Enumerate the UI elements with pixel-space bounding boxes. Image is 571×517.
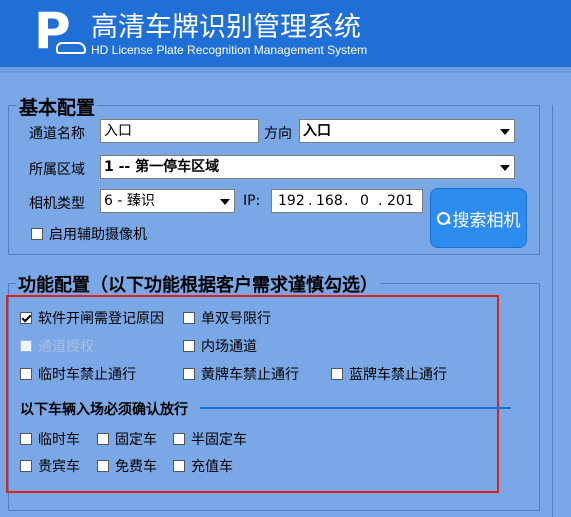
checkbox-box <box>331 368 343 380</box>
option-label: 单双号限行 <box>201 311 271 327</box>
ip-dot: . <box>378 193 383 209</box>
header-divider <box>0 67 571 73</box>
checkbox-box <box>183 340 195 352</box>
channel-name-label: 通道名称 <box>29 126 85 142</box>
ip-dot: . <box>308 193 313 209</box>
search-camera-label: 搜索相机 <box>452 210 521 231</box>
checkbox-box <box>20 340 32 352</box>
checkbox-box <box>31 228 43 240</box>
function-config-legend: 功能配置（以下功能根据客户需求谨慎勾选） <box>16 271 380 297</box>
option-channel-auth: 通道授权 <box>20 336 94 356</box>
ip-label: IP: <box>243 193 261 209</box>
confirm-vip[interactable]: 贵宾车 <box>20 456 80 476</box>
option-label: 免费车 <box>115 459 157 475</box>
checkbox-box <box>183 312 195 324</box>
chevron-down-icon <box>500 165 510 171</box>
checkbox-box <box>183 368 195 380</box>
option-label: 充值车 <box>191 459 233 475</box>
car-icon <box>56 42 86 54</box>
checkbox-box <box>97 460 109 472</box>
camera-type-select[interactable]: 6 - 臻识 <box>100 189 235 213</box>
checkbox-box <box>97 433 109 445</box>
option-inner-channel[interactable]: 内场通道 <box>183 336 257 356</box>
option-label: 蓝牌车禁止通行 <box>349 367 447 383</box>
checkbox-checked <box>20 312 32 324</box>
ip-octet-2[interactable]: 168 <box>316 193 343 209</box>
direction-label: 方向 <box>264 126 292 142</box>
option-no-temp[interactable]: 临时车禁止通行 <box>20 364 136 384</box>
confirm-fixed[interactable]: 固定车 <box>97 429 157 449</box>
confirm-semi-fixed[interactable]: 半固定车 <box>173 429 247 449</box>
basic-config-legend: 基本配置 <box>17 93 98 120</box>
area-select[interactable]: 1 -- 第一停车区域 <box>100 155 515 179</box>
option-label: 黄牌车禁止通行 <box>201 367 299 383</box>
option-no-blue[interactable]: 蓝牌车禁止通行 <box>331 364 447 384</box>
option-label: 软件开闸需登记原因 <box>38 311 164 327</box>
option-label: 通道授权 <box>38 339 94 355</box>
option-label: 固定车 <box>115 432 157 448</box>
ip-octet-3[interactable]: 0 <box>360 193 369 209</box>
direction-select[interactable]: 入口 <box>299 119 515 143</box>
confirm-heading: 以下车辆入场必须确认放行 <box>20 402 188 418</box>
area-label: 所属区域 <box>29 162 85 178</box>
option-label: 临时车 <box>38 432 80 448</box>
app-header: P 高清车牌识别管理系统 HD License Plate Recognitio… <box>0 0 571 67</box>
confirm-prepaid[interactable]: 充值车 <box>173 456 233 476</box>
checkbox-box <box>20 460 32 472</box>
area-value: 1 -- 第一停车区域 <box>104 159 220 175</box>
option-label: 临时车禁止通行 <box>38 367 136 383</box>
checkbox-box <box>173 460 185 472</box>
chevron-down-icon <box>220 199 230 205</box>
ip-dot: . <box>344 193 349 209</box>
camera-type-label: 相机类型 <box>29 196 85 212</box>
confirm-temp[interactable]: 临时车 <box>20 429 80 449</box>
ip-octet-4[interactable]: 201 <box>387 193 414 209</box>
checkbox-box <box>173 433 185 445</box>
ip-address-input[interactable]: 192 . 168 . 0 . 201 <box>271 189 423 213</box>
heading-divider <box>200 407 511 409</box>
option-no-yellow[interactable]: 黄牌车禁止通行 <box>183 364 299 384</box>
aux-camera-checkbox[interactable]: 启用辅助摄像机 <box>31 224 147 244</box>
checkbox-box <box>20 368 32 380</box>
confirm-free[interactable]: 免费车 <box>97 456 157 476</box>
channel-name-input[interactable]: 入口 <box>100 119 259 143</box>
ip-octet-1[interactable]: 192 <box>278 193 305 209</box>
chevron-down-icon <box>500 129 510 135</box>
option-odd-even[interactable]: 单双号限行 <box>183 308 271 328</box>
option-label: 内场通道 <box>201 339 257 355</box>
app-subtitle: HD License Plate Recognition Management … <box>91 43 368 57</box>
option-label: 半固定车 <box>191 432 247 448</box>
parking-logo: P <box>26 4 86 62</box>
option-open-gate-reason[interactable]: 软件开闸需登记原因 <box>20 308 164 328</box>
camera-type-value: 6 - 臻识 <box>104 193 155 209</box>
app-title: 高清车牌识别管理系统 <box>91 12 361 43</box>
search-camera-button[interactable]: 搜索相机 <box>430 188 527 248</box>
option-label: 贵宾车 <box>38 459 80 475</box>
direction-value: 入口 <box>303 123 331 139</box>
adjacent-panel-edge <box>552 105 571 517</box>
search-icon <box>436 211 450 225</box>
checkbox-box <box>20 433 32 445</box>
aux-camera-label: 启用辅助摄像机 <box>49 227 147 243</box>
